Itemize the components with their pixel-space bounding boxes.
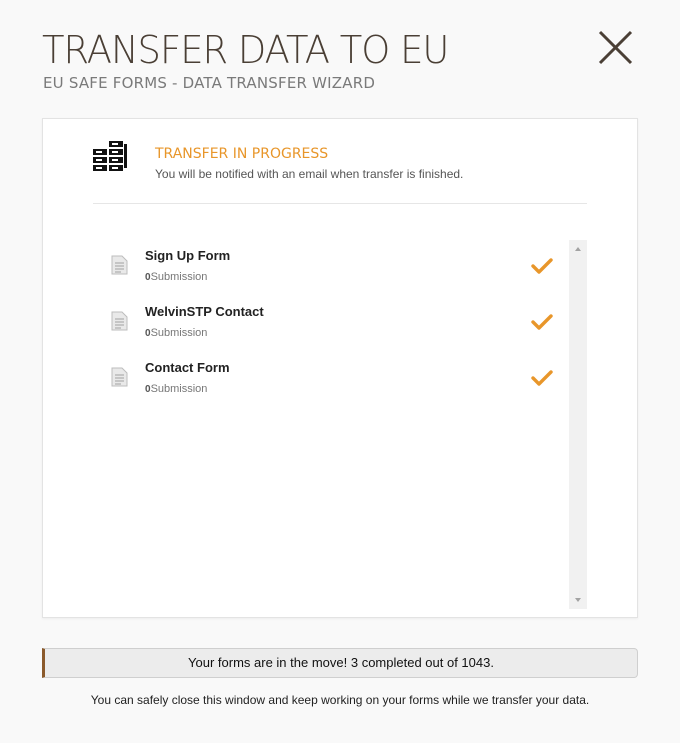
scroll-down-arrow-icon[interactable] — [569, 593, 587, 607]
status-description: You will be notified with an email when … — [155, 167, 464, 181]
page-title: TRANSFER DATA TO EU — [42, 28, 449, 72]
submission-count: 0Submission — [145, 383, 208, 395]
document-icon — [111, 367, 128, 387]
form-name: WelvinSTP Contact — [145, 304, 264, 319]
check-icon — [531, 257, 553, 275]
scrollbar[interactable] — [569, 240, 587, 609]
forms-list[interactable]: Sign Up Form 0Submission WelvinSTP Conta… — [93, 240, 587, 609]
status-title: TRANSFER IN PROGRESS — [155, 146, 329, 162]
submission-count: 0Submission — [145, 327, 208, 339]
server-rack-icon — [93, 141, 129, 177]
close-button[interactable] — [596, 28, 636, 68]
form-name: Contact Form — [145, 360, 230, 375]
list-item: WelvinSTP Contact 0Submission — [93, 296, 569, 352]
page-subtitle: EU SAFE FORMS - DATA TRANSFER WIZARD — [43, 74, 376, 92]
scroll-up-arrow-icon[interactable] — [569, 242, 587, 256]
footer-note: You can safely close this window and kee… — [90, 693, 590, 707]
list-item: Sign Up Form 0Submission — [93, 240, 569, 296]
divider — [93, 203, 587, 204]
progress-status: Your forms are in the move! 3 completed … — [42, 648, 638, 678]
submission-count: 0Submission — [145, 271, 208, 283]
check-icon — [531, 369, 553, 387]
transfer-panel: TRANSFER IN PROGRESS You will be notifie… — [42, 118, 638, 618]
check-icon — [531, 313, 553, 331]
document-icon — [111, 255, 128, 275]
form-name: Sign Up Form — [145, 248, 231, 263]
document-icon — [111, 311, 128, 331]
close-icon — [598, 30, 633, 65]
list-item: Contact Form 0Submission — [93, 352, 569, 408]
